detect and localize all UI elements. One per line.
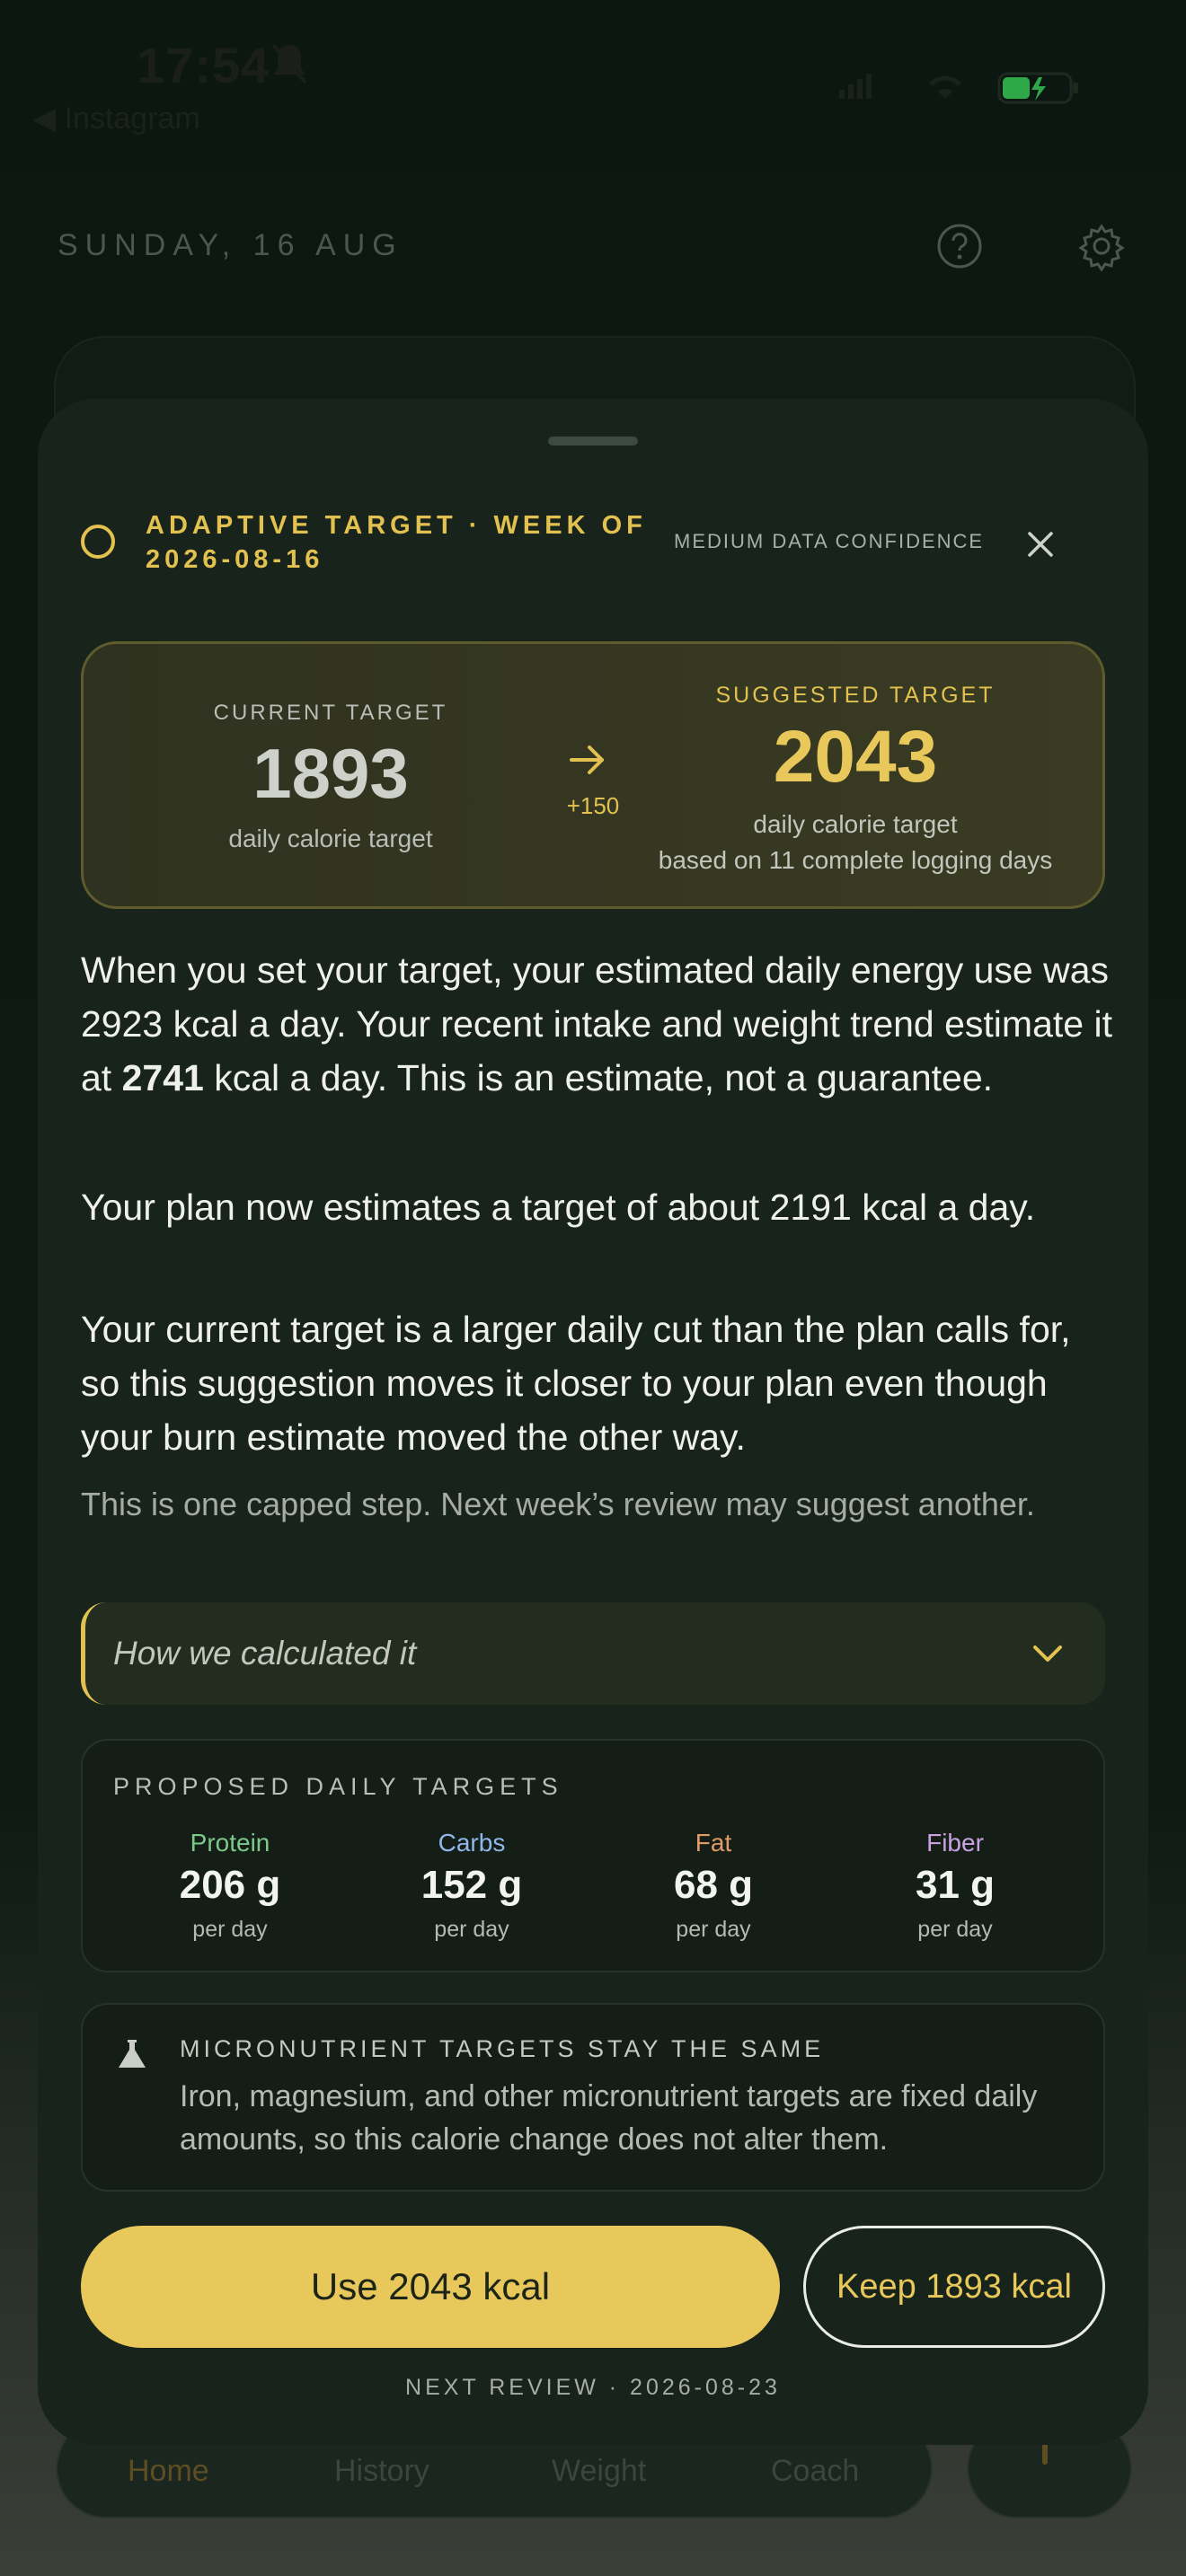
burn-estimate-value: 2741 bbox=[121, 1057, 204, 1098]
explanation-paragraph-3: Your current target is a larger daily cu… bbox=[81, 1309, 1071, 1458]
micronutrient-body: Iron, magnesium, and other micronutrient… bbox=[180, 2079, 1038, 2157]
tab-home[interactable]: Home bbox=[128, 2454, 209, 2489]
macro-value: 206 g bbox=[179, 1863, 281, 1907]
chevron-down-icon[interactable] bbox=[1030, 1638, 1066, 1669]
tab-weight[interactable]: Weight bbox=[552, 2454, 646, 2489]
gear-icon[interactable] bbox=[1076, 221, 1127, 271]
current-target-label: CURRENT TARGET bbox=[213, 701, 448, 725]
macro-carbs: Carbs 152 g per day bbox=[373, 1829, 571, 1943]
macro-protein: Protein 206 g per day bbox=[131, 1829, 329, 1943]
explanation-text: kcal a day. This is an estimate, not a g… bbox=[203, 1057, 994, 1098]
close-icon[interactable] bbox=[1022, 526, 1058, 562]
suggested-target-caption: daily calorie target based on 11 complet… bbox=[629, 807, 1082, 878]
explanation-paragraph-1: When you set your target, your estimated… bbox=[81, 943, 1114, 1105]
macro-value: 68 g bbox=[673, 1863, 754, 1907]
macro-name: Fat bbox=[695, 1829, 732, 1857]
keep-current-target-button[interactable]: Keep 1893 kcal bbox=[803, 2226, 1105, 2348]
explanation-paragraph-2: Your plan now estimates a target of abou… bbox=[81, 1187, 1036, 1228]
signal-icon bbox=[839, 74, 872, 99]
macro-unit: per day bbox=[676, 1917, 751, 1942]
wifi-icon bbox=[929, 75, 961, 99]
date-label: SUNDAY, 16 AUG bbox=[58, 228, 403, 262]
target-status-icon bbox=[81, 525, 115, 559]
sheet-grabber[interactable] bbox=[548, 437, 638, 446]
macro-name: Carbs bbox=[438, 1829, 506, 1857]
macro-unit: per day bbox=[434, 1917, 509, 1942]
macro-unit: per day bbox=[192, 1917, 268, 1942]
macro-name: Fiber bbox=[926, 1829, 984, 1857]
use-suggested-target-button[interactable]: Use 2043 kcal bbox=[81, 2226, 780, 2348]
arrow-right-icon bbox=[570, 745, 604, 774]
macro-fat: Fat 68 g per day bbox=[615, 1829, 812, 1943]
macro-value: 31 g bbox=[915, 1863, 996, 1907]
macro-name: Protein bbox=[190, 1829, 270, 1857]
bell-slash-icon bbox=[271, 43, 307, 84]
current-target-value: 1893 bbox=[252, 734, 409, 813]
calculation-disclosure-label[interactable]: How we calculated it bbox=[113, 1635, 416, 1672]
tab-history[interactable]: History bbox=[334, 2454, 429, 2489]
battery-icon bbox=[997, 72, 1078, 104]
suggested-target-caption-line2: based on 11 complete logging days bbox=[658, 846, 1053, 874]
next-review-date: NEXT REVIEW · 2026-08-23 bbox=[405, 2375, 781, 2400]
capped-step-note: This is one capped step. Next week’s rev… bbox=[81, 1486, 1035, 1522]
confidence-badge: MEDIUM DATA CONFIDENCE bbox=[674, 530, 985, 552]
macro-fiber: Fiber 31 g per day bbox=[856, 1829, 1054, 1943]
tab-coach[interactable]: Coach bbox=[771, 2454, 859, 2489]
micronutrient-title: MICRONUTRIENT TARGETS STAY THE SAME bbox=[180, 2035, 825, 2062]
flask-icon bbox=[119, 2040, 146, 2068]
suggested-target-value: 2043 bbox=[773, 716, 938, 798]
help-icon[interactable] bbox=[936, 223, 983, 269]
status-time: 17:54 bbox=[137, 37, 270, 93]
sheet-title: ADAPTIVE TARGET · WEEK OF 2026-08-16 bbox=[146, 511, 647, 574]
macro-value: 152 g bbox=[420, 1863, 523, 1907]
suggested-target-caption-line1: daily calorie target bbox=[753, 810, 958, 838]
back-to-app-link[interactable]: ◀ Instagram bbox=[32, 101, 200, 137]
macro-unit: per day bbox=[917, 1917, 993, 1942]
current-target-caption: daily calorie target bbox=[228, 825, 433, 852]
suggested-target-label: SUGGESTED TARGET bbox=[715, 683, 996, 708]
proposed-targets-title: PROPOSED DAILY TARGETS bbox=[113, 1773, 563, 1800]
